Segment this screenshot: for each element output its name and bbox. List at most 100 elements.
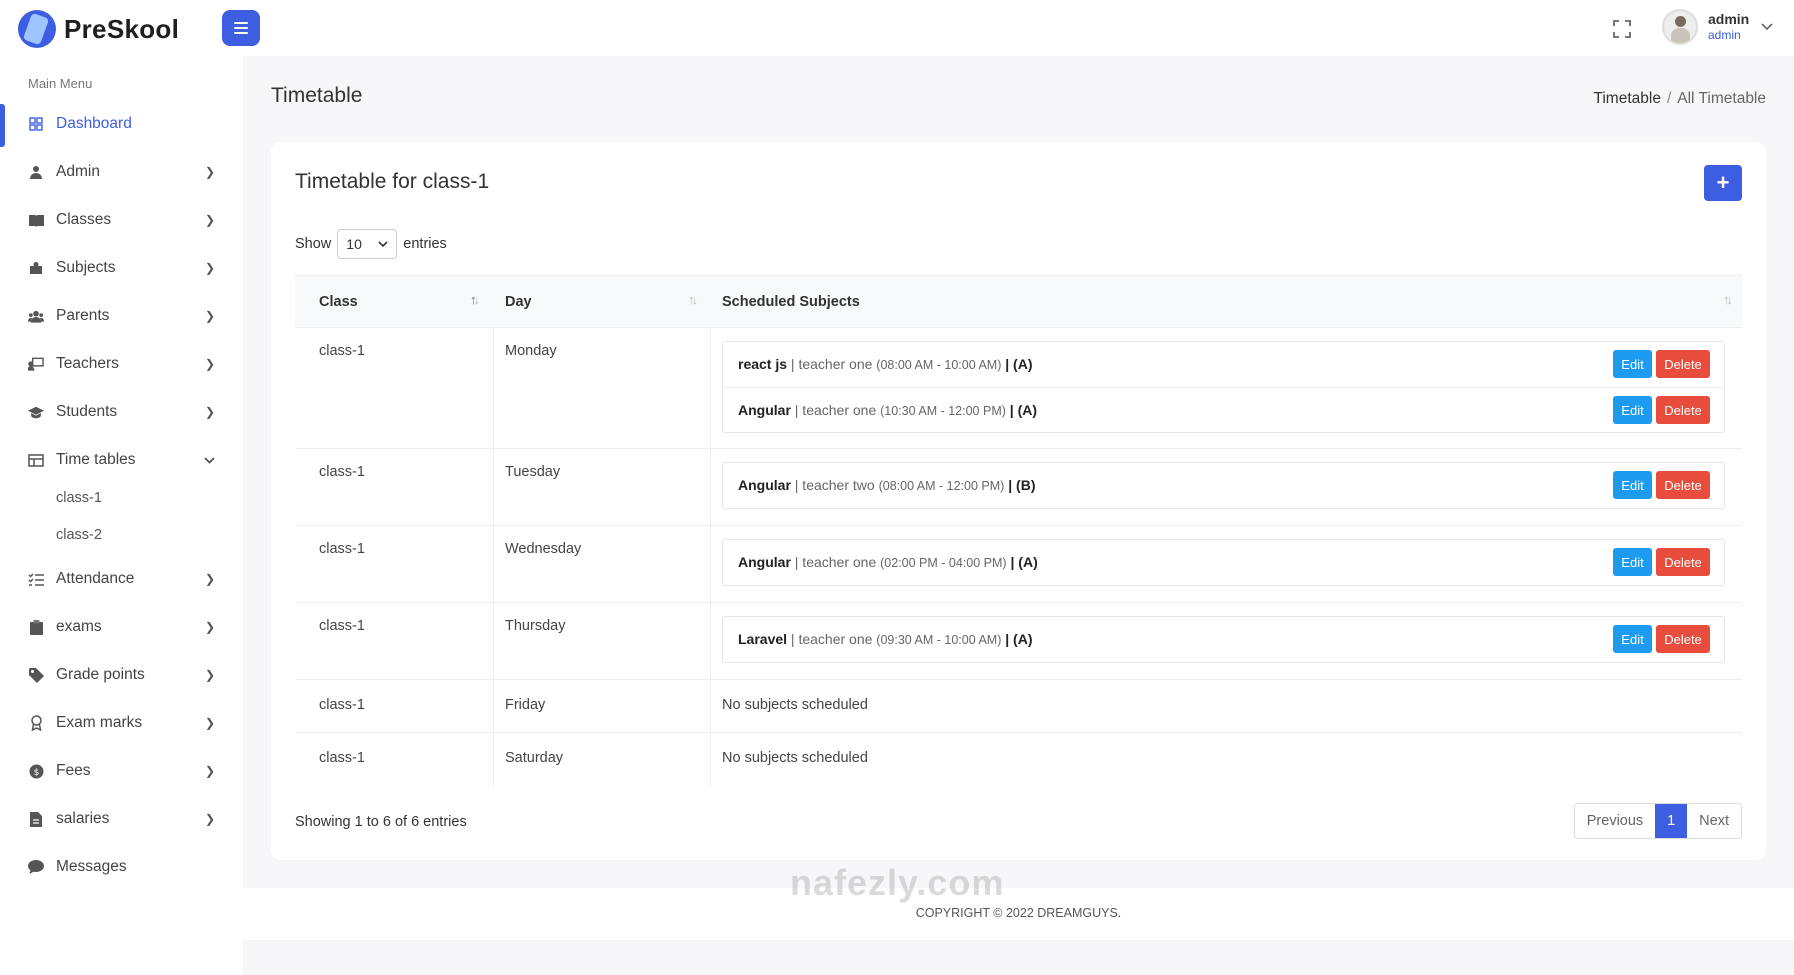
subject-list: react js | teacher one (08:00 AM - 10:00…: [722, 341, 1725, 433]
sidebar-item-subjects[interactable]: Subjects ❯: [0, 248, 243, 288]
svg-text:$: $: [33, 768, 39, 778]
subject-entry: Laravel | teacher one (09:30 AM - 10:00 …: [723, 617, 1724, 662]
expand-icon: [1613, 20, 1631, 38]
chevron-right-icon: ❯: [204, 309, 215, 323]
user-menu[interactable]: admin admin: [1662, 9, 1773, 45]
add-timetable-button[interactable]: +: [1704, 165, 1742, 201]
clipboard-icon: [28, 619, 44, 635]
logo[interactable]: PreSkool: [18, 10, 179, 48]
watermark: nafezly.com: [790, 862, 1005, 903]
sidebar-item-students[interactable]: Students ❯: [0, 392, 243, 432]
user-role: admin: [1708, 28, 1741, 43]
chevron-right-icon: ❯: [204, 261, 215, 275]
table-icon: [28, 452, 44, 468]
delete-button[interactable]: Delete: [1656, 396, 1710, 424]
delete-button[interactable]: Delete: [1656, 625, 1710, 653]
delete-button[interactable]: Delete: [1656, 350, 1710, 378]
brand-name: PreSkool: [64, 13, 180, 44]
sort-icon[interactable]: ↑↓: [688, 292, 698, 307]
sidebar-item-exams[interactable]: exams ❯: [0, 607, 243, 647]
show-label: Show: [295, 236, 332, 252]
subject-list: Angular | teacher two (08:00 AM - 12:00 …: [722, 462, 1725, 509]
column-header-scheduled-subjects[interactable]: Scheduled Subjects: [722, 276, 860, 328]
chevron-down-icon: [204, 453, 215, 467]
subject-entry: Angular | teacher one (02:00 PM - 04:00 …: [723, 540, 1724, 585]
chevron-right-icon: ❯: [204, 716, 215, 730]
entries-select[interactable]: 10: [337, 229, 398, 259]
table-row: class-1 Thursday Laravel | teacher one (…: [295, 602, 1742, 680]
edit-button[interactable]: Edit: [1613, 625, 1652, 653]
sidebar-item-attendance[interactable]: Attendance ❯: [0, 559, 243, 599]
cell-class: class-1: [319, 697, 365, 713]
user-name: admin: [1708, 10, 1750, 27]
table-row: class-1 Saturday No subjects scheduled: [295, 732, 1742, 786]
cell-day: Thursday: [505, 618, 566, 634]
sidebar-toggle-button[interactable]: [222, 10, 260, 46]
edit-button[interactable]: Edit: [1613, 350, 1652, 378]
cell-day: Monday: [505, 343, 557, 359]
entries-control: Show 10 entries: [295, 229, 447, 259]
edit-button[interactable]: Edit: [1613, 471, 1652, 499]
book-icon: [28, 212, 44, 228]
page-title: Timetable: [271, 84, 363, 107]
subject-entry: Angular | teacher one (10:30 AM - 12:00 …: [723, 387, 1724, 432]
sidebar-subitem-class-1[interactable]: class-1: [56, 490, 102, 506]
chevron-right-icon: ❯: [204, 572, 215, 586]
pagination-previous[interactable]: Previous: [1575, 804, 1655, 838]
sidebar-item-messages[interactable]: Messages: [0, 847, 243, 887]
breadcrumb-separator: /: [1666, 90, 1672, 107]
pagination-page-1[interactable]: 1: [1655, 804, 1688, 838]
chevron-down-icon: [1761, 20, 1773, 34]
pagination-next[interactable]: Next: [1687, 804, 1741, 838]
sidebar-item-parents[interactable]: Parents ❯: [0, 296, 243, 336]
sidebar-item-time-tables[interactable]: Time tables: [0, 440, 243, 480]
column-header-class[interactable]: Class: [319, 276, 358, 328]
sidebar-item-fees[interactable]: $ Fees ❯: [0, 751, 243, 791]
breadcrumb-parent[interactable]: Timetable: [1593, 90, 1660, 107]
list-check-icon: [28, 571, 44, 587]
subject-entry: react js | teacher one (08:00 AM - 10:00…: [723, 342, 1724, 387]
coins-icon: $: [28, 763, 44, 779]
logo-icon: [18, 10, 56, 48]
sidebar-item-classes[interactable]: Classes ❯: [0, 200, 243, 240]
file-invoice-icon: [28, 811, 44, 827]
table-row: class-1 Wednesday Angular | teacher one …: [295, 525, 1742, 603]
sidebar-subitem-class-2[interactable]: class-2: [56, 527, 102, 543]
award-icon: [28, 715, 44, 731]
sort-icon[interactable]: ↑↓: [1723, 292, 1733, 307]
sidebar-section-label: Main Menu: [28, 76, 93, 91]
delete-button[interactable]: Delete: [1656, 471, 1710, 499]
cell-class: class-1: [319, 343, 365, 359]
cell-day: Saturday: [505, 750, 564, 766]
fullscreen-button[interactable]: [1604, 13, 1640, 45]
sidebar-item-teachers[interactable]: Teachers ❯: [0, 344, 243, 384]
cell-class: class-1: [319, 464, 365, 480]
pagination: Previous 1 Next: [1573, 803, 1742, 839]
edit-button[interactable]: Edit: [1613, 396, 1652, 424]
plus-icon: +: [1716, 170, 1730, 195]
sidebar-item-exam-marks[interactable]: Exam marks ❯: [0, 703, 243, 743]
avatar: [1662, 9, 1698, 45]
user-icon: [28, 164, 44, 180]
table-header: Class ↑↓ Day ↑↓ Scheduled Subjects ↑↓: [295, 275, 1742, 327]
chat-icon: [28, 859, 44, 875]
column-header-day[interactable]: Day: [505, 276, 532, 328]
entries-label: entries: [403, 236, 447, 252]
top-header: PreSkool admin admin: [0, 0, 1794, 56]
sidebar-item-grade-points[interactable]: Grade points ❯: [0, 655, 243, 695]
cell-day: Friday: [505, 697, 546, 713]
chevron-right-icon: ❯: [204, 165, 215, 179]
table-row: class-1 Tuesday Angular | teacher two (0…: [295, 448, 1742, 526]
sidebar-item-admin[interactable]: Admin ❯: [0, 152, 243, 192]
sidebar-item-salaries[interactable]: salaries ❯: [0, 799, 243, 839]
tag-icon: [28, 667, 44, 683]
edit-button[interactable]: Edit: [1613, 548, 1652, 576]
table-row: class-1 Friday No subjects scheduled: [295, 679, 1742, 733]
delete-button[interactable]: Delete: [1656, 548, 1710, 576]
chevron-right-icon: ❯: [204, 812, 215, 826]
sidebar-item-dashboard[interactable]: Dashboard: [0, 104, 243, 144]
cell-day: Wednesday: [505, 541, 582, 557]
chevron-right-icon: ❯: [204, 620, 215, 634]
copyright-text: COPYRIGHT © 2022 DREAMGUYS.: [915, 906, 1122, 920]
sort-icon[interactable]: ↑↓: [470, 292, 480, 307]
